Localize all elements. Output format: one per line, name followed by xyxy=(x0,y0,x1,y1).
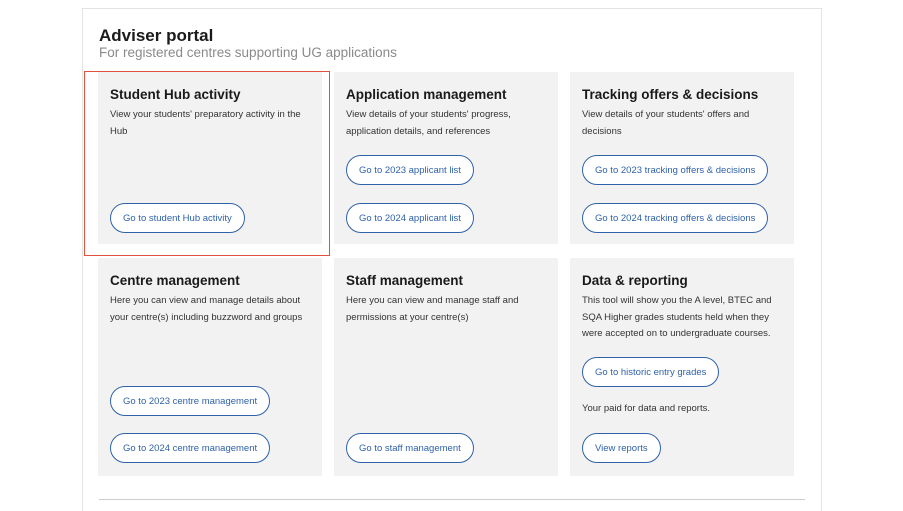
card-title: Tracking offers & decisions xyxy=(582,87,759,102)
card-note: Your paid for data and reports. xyxy=(582,403,710,414)
applicant-list-2024-button[interactable]: Go to 2024 applicant list xyxy=(346,203,474,233)
card-staff-management: Staff management Here you can view and m… xyxy=(334,258,558,476)
card-application-management: Application management View details of y… xyxy=(334,72,558,244)
centre-management-2023-button[interactable]: Go to 2023 centre management xyxy=(110,386,271,416)
student-hub-activity-button[interactable]: Go to student Hub activity xyxy=(110,203,245,233)
tracking-2024-button[interactable]: Go to 2024 tracking offers & decisions xyxy=(582,203,769,233)
card-centre-management: Centre management Here you can view and … xyxy=(98,258,322,476)
card-tracking-offers-decisions: Tracking offers & decisions View details… xyxy=(570,72,794,244)
card-title: Student Hub activity xyxy=(110,87,241,102)
card-description: This tool will show you the A level, BTE… xyxy=(582,295,772,339)
applicant-list-2023-button[interactable]: Go to 2023 applicant list xyxy=(346,155,474,185)
card-title: Staff management xyxy=(346,273,464,288)
card-description: View details of your students' offers an… xyxy=(582,109,750,137)
card-description: Here you can view and manage staff and p… xyxy=(346,295,519,323)
centre-management-2024-button[interactable]: Go to 2024 centre management xyxy=(110,433,271,463)
historic-entry-grades-button[interactable]: Go to historic entry grades xyxy=(582,357,720,387)
card-data-reporting: Data & reporting This tool will show you… xyxy=(570,258,794,476)
card-title: Centre management xyxy=(110,273,240,288)
tracking-2023-button[interactable]: Go to 2023 tracking offers & decisions xyxy=(582,155,769,185)
card-student-hub-activity: Student Hub activity View your students'… xyxy=(98,72,322,244)
card-title: Data & reporting xyxy=(582,273,688,288)
card-title: Application management xyxy=(346,87,507,102)
staff-management-button[interactable]: Go to staff management xyxy=(346,433,474,463)
card-description: View details of your students' progress,… xyxy=(346,109,511,137)
card-description: Here you can view and manage details abo… xyxy=(110,295,303,323)
divider xyxy=(99,499,805,500)
card-description: View your students' preparatory activity… xyxy=(110,109,301,137)
view-reports-button[interactable]: View reports xyxy=(582,433,661,463)
page-subtitle: For registered centres supporting UG app… xyxy=(99,45,397,60)
page-title: Adviser portal xyxy=(99,26,214,45)
